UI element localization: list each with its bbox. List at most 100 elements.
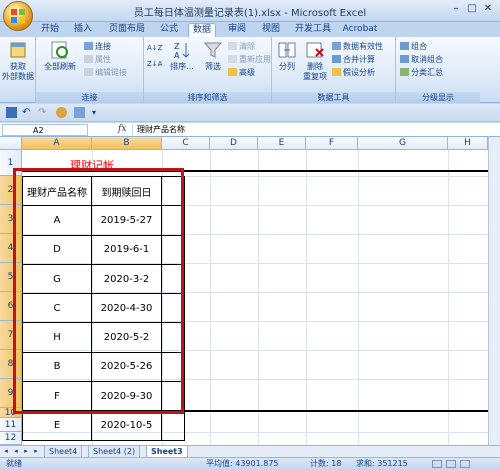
group-button[interactable]: 组合 [400, 41, 427, 52]
sort-az-button[interactable]: A↓Z [147, 43, 162, 54]
tab-data[interactable]: 数据 [188, 23, 216, 37]
advanced-icon [228, 68, 237, 76]
svg-text:A: A [174, 51, 180, 60]
next-sheet-icon[interactable]: ▸ [22, 447, 30, 456]
properties-button[interactable]: 属性 [84, 54, 111, 65]
group-connections-label: 连接 [36, 92, 143, 103]
ungroup-icon [400, 55, 409, 63]
consolidate-label: 合并计算 [343, 55, 375, 64]
minimize-button[interactable]: – [448, 2, 464, 16]
edit-links-label: 编辑链接 [95, 68, 127, 77]
office-button[interactable] [3, 1, 33, 31]
status-mode: 就绪 [6, 459, 22, 468]
redo-icon[interactable]: ↷ [38, 107, 49, 118]
connections-button[interactable]: 连接 [84, 41, 111, 52]
customize-qat-icon[interactable]: ▾ [92, 107, 103, 118]
table-cell[interactable] [161, 410, 185, 441]
tab-home[interactable]: 开始 [37, 23, 63, 37]
save-icon[interactable] [6, 107, 17, 118]
data-validation-label: 数据有效性 [343, 42, 383, 51]
tab-view[interactable]: 视图 [258, 23, 284, 37]
ungroup-label: 取消组合 [411, 55, 443, 64]
tab-acrobat[interactable]: Acrobat [340, 23, 380, 37]
column-header-e[interactable]: E [258, 137, 306, 150]
print-icon[interactable] [74, 107, 85, 118]
group-label: 组合 [411, 42, 427, 51]
what-if-button[interactable]: 假设分析 [332, 67, 375, 78]
refresh-icon [49, 40, 71, 60]
tab-formulas[interactable]: 公式 [156, 23, 182, 37]
close-button[interactable]: ✕ [480, 2, 496, 16]
svg-text:Z: Z [174, 42, 180, 51]
row-header-12[interactable]: 12 [0, 432, 22, 445]
tab-insert[interactable]: 插入 [70, 23, 96, 37]
prev-sheet-icon[interactable]: ◂ [12, 447, 20, 456]
get-external-data-button[interactable]: 获取 外部数据 [2, 40, 34, 82]
group-outline: 组合 取消组合 分类汇总 分级显示 [396, 37, 480, 103]
sort-za-button[interactable]: Z↓A [147, 59, 162, 70]
data-validation-button[interactable]: 数据有效性 [332, 41, 383, 52]
sheet-tabs-bar: ◂ ◂ ▸ ▸ Sheet4 Sheet4 (2) Sheet3 [0, 445, 500, 458]
status-bar: 就绪 平均值: 43901.875 计数: 18 求和: 351215 [0, 457, 500, 470]
name-box[interactable]: A2 [2, 124, 88, 136]
sort-button[interactable]: ZA 排序... [168, 40, 196, 72]
sort-label: 排序... [170, 62, 194, 71]
subtotal-button[interactable]: 分类汇总 [400, 67, 443, 78]
product-cell[interactable]: E [22, 410, 92, 441]
remove-duplicates-label1: 删除 [307, 62, 323, 71]
properties-icon [84, 55, 93, 63]
date-cell[interactable]: 2020-10-5 [91, 410, 162, 441]
last-sheet-icon[interactable]: ▸ [32, 447, 40, 456]
column-header-h[interactable]: H [448, 137, 488, 150]
column-header-c[interactable]: C [162, 137, 210, 150]
select-all-corner[interactable] [0, 137, 22, 150]
advanced-label: 高级 [239, 68, 255, 77]
remove-duplicates-button[interactable]: 删除 重复项 [300, 40, 330, 82]
reapply-label: 重新应用 [239, 55, 271, 64]
row-header-11[interactable]: 11 [0, 418, 22, 432]
vertical-scrollbar[interactable] [488, 137, 500, 445]
consolidate-button[interactable]: 合并计算 [332, 54, 375, 65]
office-logo-icon [11, 9, 25, 23]
status-count: 计数: 18 [310, 459, 342, 468]
reapply-button[interactable]: 重新应用 [228, 54, 271, 65]
tab-page-layout[interactable]: 页面布局 [106, 23, 148, 37]
worksheet-grid[interactable]: A B C D E F G H 1 2 3 4 5 6 7 8 9 10 11 … [0, 137, 500, 445]
tab-developer[interactable]: 开发工具 [292, 23, 334, 37]
ungroup-button[interactable]: 取消组合 [400, 54, 443, 65]
filter-button[interactable]: 筛选 [200, 40, 226, 72]
formula-bar: A2 fx 理财产品名称 [0, 123, 500, 137]
column-header-d[interactable]: D [210, 137, 258, 150]
tab-review[interactable]: 审阅 [224, 23, 250, 37]
maximize-button[interactable]: □ [464, 2, 480, 16]
page-layout-view-icon[interactable] [446, 460, 456, 468]
clear-button[interactable]: 清除 [228, 41, 255, 52]
get-external-label2: 外部数据 [2, 72, 34, 81]
undo-icon[interactable]: ↶ [22, 107, 33, 118]
refresh-all-label: 全部刷新 [44, 62, 76, 71]
get-external-label1: 获取 [10, 62, 26, 71]
column-header-f[interactable]: F [306, 137, 358, 150]
column-header-a[interactable]: A [22, 137, 92, 150]
connections-label: 连接 [95, 42, 111, 51]
edit-links-button[interactable]: 编辑链接 [84, 67, 127, 78]
remove-duplicates-label2: 重复项 [303, 72, 327, 81]
refresh-all-button[interactable]: 全部刷新 [40, 40, 80, 72]
page-break-view-icon[interactable] [460, 460, 470, 468]
clear-icon [228, 42, 237, 50]
group-sort-filter: A↓Z Z↓A ZA 排序... 筛选 清除 重新应用 高级 排序和筛选 [144, 37, 272, 103]
column-header-g[interactable]: G [358, 137, 448, 150]
first-sheet-icon[interactable]: ◂ [2, 447, 10, 456]
formula-input[interactable]: 理财产品名称 [132, 124, 490, 136]
normal-view-icon[interactable] [432, 460, 442, 468]
quick-access-toolbar: ↶ ↷ ▾ [0, 104, 500, 122]
filter-icon [202, 40, 224, 60]
fx-icon[interactable]: fx [118, 124, 126, 134]
print-preview-icon[interactable] [56, 107, 67, 118]
text-to-columns-button[interactable]: 分列 [274, 40, 300, 72]
column-header-b[interactable]: B [92, 137, 162, 150]
group-icon [400, 42, 409, 50]
group-sort-filter-label: 排序和筛选 [144, 92, 271, 103]
reapply-icon [228, 55, 237, 63]
advanced-button[interactable]: 高级 [228, 67, 255, 78]
